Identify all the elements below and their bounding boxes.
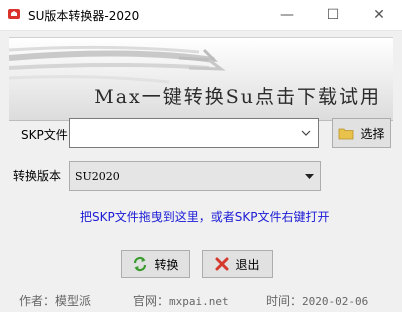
close-x-icon bbox=[215, 257, 229, 271]
close-button[interactable]: ✕ bbox=[356, 0, 402, 30]
skp-file-input[interactable] bbox=[69, 118, 319, 148]
version-label: 转换版本 bbox=[13, 169, 62, 183]
website-info: 官网：mxpai.net bbox=[133, 292, 229, 309]
app-icon bbox=[7, 7, 21, 21]
date-info: 时间：2020-02-06 bbox=[266, 292, 368, 309]
window-title: SU版本转换器-2020 bbox=[28, 9, 140, 23]
author-label: 作者： bbox=[19, 294, 56, 308]
dropdown-arrow-icon bbox=[305, 174, 314, 179]
time-label: 时间： bbox=[266, 294, 303, 308]
convert-button-label: 转换 bbox=[154, 257, 179, 272]
chevron-down-icon[interactable] bbox=[301, 128, 311, 138]
convert-button[interactable]: 转换 bbox=[121, 250, 190, 278]
exit-button-label: 退出 bbox=[235, 257, 260, 272]
maximize-button[interactable]: ☐ bbox=[310, 0, 356, 30]
folder-icon bbox=[338, 127, 354, 140]
browse-button[interactable]: 选择 bbox=[332, 118, 391, 148]
banner-text: Max一键转换Su点击下载试用 bbox=[94, 86, 381, 108]
title-bar: SU版本转换器-2020 — ☐ ✕ bbox=[0, 0, 402, 31]
author-name: 模型派 bbox=[55, 294, 92, 308]
site-label: 官网： bbox=[133, 294, 170, 308]
release-date: 2020-02-06 bbox=[302, 295, 369, 308]
exit-button[interactable]: 退出 bbox=[202, 250, 273, 278]
browse-button-label: 选择 bbox=[360, 126, 385, 141]
site-link[interactable]: mxpai.net bbox=[169, 295, 229, 308]
minimize-button[interactable]: — bbox=[264, 0, 310, 30]
skp-file-label: SKP文件 bbox=[21, 128, 68, 142]
refresh-icon bbox=[132, 256, 148, 272]
drag-drop-hint: 把SKP文件拖曳到这里，或者SKP文件右键打开 bbox=[80, 210, 330, 224]
promo-banner[interactable]: Max一键转换Su点击下载试用 bbox=[9, 37, 393, 121]
version-select[interactable]: SU2020 bbox=[69, 161, 321, 191]
author-info: 作者：模型派 bbox=[19, 292, 91, 309]
version-value: SU2020 bbox=[75, 170, 120, 183]
